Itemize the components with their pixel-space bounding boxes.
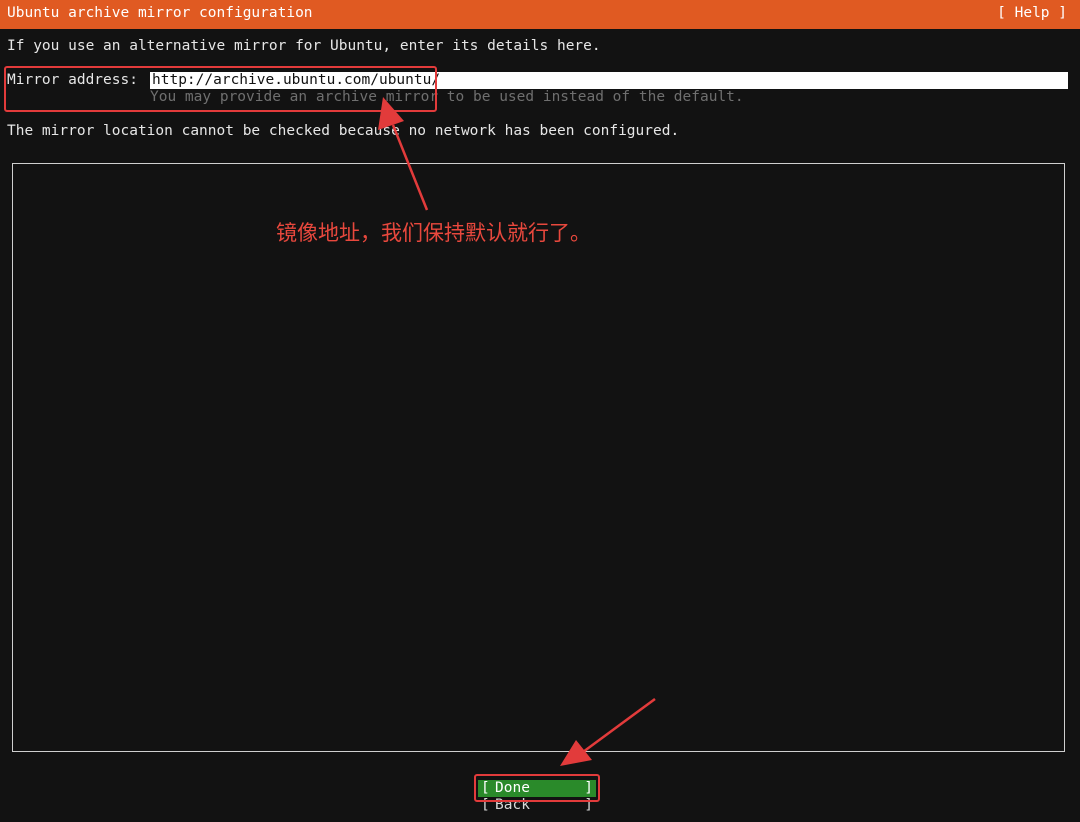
annotation-highlight-done (474, 774, 600, 802)
window-title: Ubuntu archive mirror configuration (7, 5, 313, 21)
annotation-note: 镜像地址，我们保持默认就行了。 (276, 221, 591, 245)
mirror-check-output-panel (12, 163, 1065, 752)
help-button[interactable]: [ Help ] (997, 5, 1067, 21)
network-status-message: The mirror location cannot be checked be… (7, 123, 680, 139)
intro-text: If you use an alternative mirror for Ubu… (7, 38, 601, 54)
annotation-highlight-mirror (4, 66, 437, 112)
title-bar: Ubuntu archive mirror configuration [ He… (0, 0, 1080, 29)
